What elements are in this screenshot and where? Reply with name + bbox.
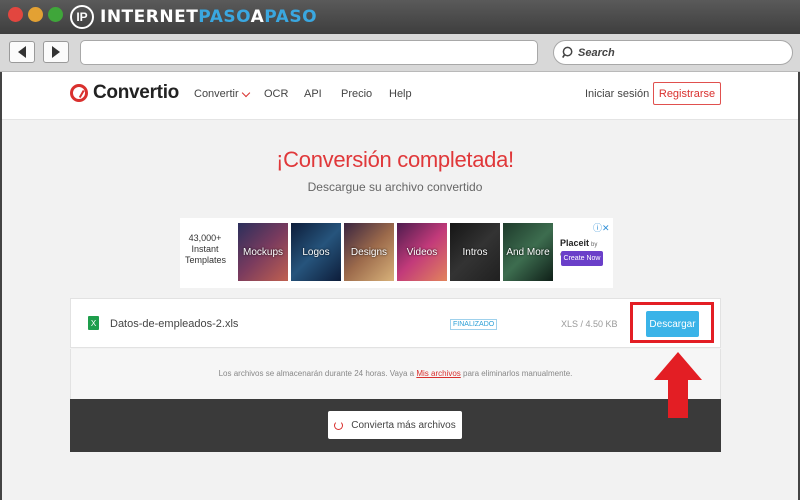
page-subtitle: Descargue su archivo convertido: [307, 180, 483, 194]
ad-brand-name: Placeit: [560, 238, 590, 248]
back-arrow-icon: [18, 46, 26, 58]
ad-lead-line3: Templates: [185, 255, 227, 265]
convert-more-button[interactable]: Convierta más archivos: [328, 411, 462, 439]
file-size: XLS / 4.50 KB: [561, 319, 618, 329]
ad-tile-intros[interactable]: Intros: [450, 223, 500, 281]
file-name: Datos-de-empleados-2.xls: [110, 318, 239, 330]
brand-text-part1: INTERNET: [100, 7, 199, 27]
convertio-logo[interactable]: Convertio: [70, 82, 179, 104]
brand-text-part3: A: [250, 7, 265, 27]
brand-text-part2: PASO: [198, 7, 251, 27]
ad-create-now-button[interactable]: Create Now: [561, 251, 603, 266]
brand-logo-icon: IP: [70, 5, 94, 29]
nav-help[interactable]: Help: [389, 88, 412, 100]
window-edge-left: [0, 72, 2, 500]
refresh-icon: [334, 420, 344, 430]
ad-lead-line2: Instant: [191, 244, 219, 254]
search-placeholder: Search: [578, 46, 615, 59]
address-bar[interactable]: [80, 40, 538, 65]
ad-tile-mockups[interactable]: Mockups: [238, 223, 288, 281]
download-highlight-box: [630, 302, 714, 343]
storage-note: Los archivos se almacenarán durante 24 h…: [70, 349, 721, 399]
chevron-down-icon: [241, 88, 250, 97]
minimize-window-button[interactable]: [28, 7, 43, 22]
storage-note-before: Los archivos se almacenarán durante 24 h…: [218, 369, 417, 378]
forward-button[interactable]: [43, 41, 69, 63]
window-title-bar: IP INTERNETPASOAPASO: [0, 0, 800, 34]
ad-close-icon[interactable]: ⓘ✕: [593, 221, 610, 234]
nav-api[interactable]: API: [304, 88, 322, 100]
register-button[interactable]: Registrarse: [653, 82, 721, 105]
browser-toolbar: Search: [0, 34, 800, 72]
logo-text: Convertio: [93, 82, 179, 103]
page-title: ¡Conversión completada!: [276, 147, 514, 172]
red-up-arrow-icon: [654, 352, 702, 418]
nav-convertir-label: Convertir: [194, 88, 239, 100]
back-button[interactable]: [9, 41, 35, 63]
my-files-link[interactable]: Mis archivos: [416, 369, 460, 378]
ad-tile-and-more[interactable]: And More: [503, 223, 553, 281]
browser-search-input[interactable]: Search: [553, 40, 793, 65]
nav-ocr[interactable]: OCR: [264, 88, 288, 100]
ad-tile-videos[interactable]: Videos: [397, 223, 447, 281]
maximize-window-button[interactable]: [48, 7, 63, 22]
storage-note-after: para eliminarlos manualmente.: [460, 369, 573, 378]
brand-text: INTERNETPASOAPASO: [100, 7, 317, 27]
convert-more-section: Convierta más archivos: [70, 399, 721, 452]
nav-precio[interactable]: Precio: [341, 88, 372, 100]
file-row: X Datos-de-empleados-2.xls FINALIZADO XL…: [70, 298, 721, 348]
convertio-logo-icon: [70, 84, 88, 102]
search-icon: [562, 46, 573, 59]
close-window-button[interactable]: [8, 7, 23, 22]
ad-banner[interactable]: 43,000+ Instant Templates Mockups Logos …: [180, 218, 613, 288]
ad-tile-logos[interactable]: Logos: [291, 223, 341, 281]
convert-more-label: Convierta más archivos: [351, 419, 456, 431]
xls-file-icon: X: [88, 316, 99, 330]
status-badge: FINALIZADO: [450, 319, 498, 330]
forward-arrow-icon: [52, 46, 60, 58]
login-link[interactable]: Iniciar sesión: [585, 88, 649, 100]
ad-tile-designs[interactable]: Designs: [344, 223, 394, 281]
convertio-page: Convertio Convertir OCR API Precio Help …: [0, 72, 800, 500]
ad-lead-line1: 43,000+: [188, 233, 222, 243]
ad-lead-text: 43,000+ Instant Templates: [185, 233, 227, 266]
watermark-brand: IP INTERNETPASOAPASO: [70, 4, 317, 30]
nav-convertir[interactable]: Convertir: [194, 88, 250, 100]
site-header: Convertio Convertir OCR API Precio Help …: [0, 72, 800, 120]
brand-text-part4: PASO: [264, 7, 318, 27]
